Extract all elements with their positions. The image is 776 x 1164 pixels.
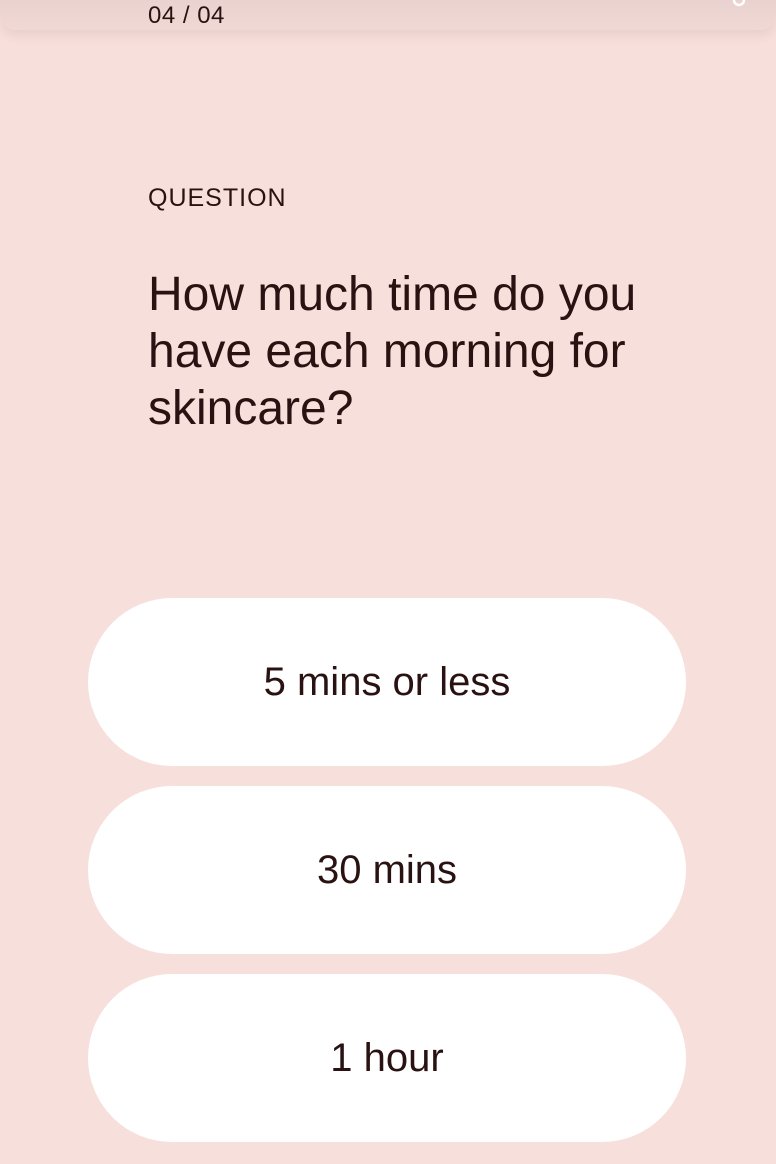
question-label: QUESTION [148,184,287,212]
option-30-mins-button[interactable]: 30 mins [88,786,686,954]
option-5-mins-or-less-button[interactable]: 5 mins or less [88,598,686,766]
step-counter: 04 / 04 [148,2,225,29]
answer-options: 5 mins or less 30 mins 1 hour [88,598,686,1162]
option-1-hour-button[interactable]: 1 hour [88,974,686,1142]
refresh-icon[interactable] [732,0,746,8]
question-text: How much time do you have each morning f… [148,268,637,435]
top-bar: 04 / 04 [0,0,776,30]
